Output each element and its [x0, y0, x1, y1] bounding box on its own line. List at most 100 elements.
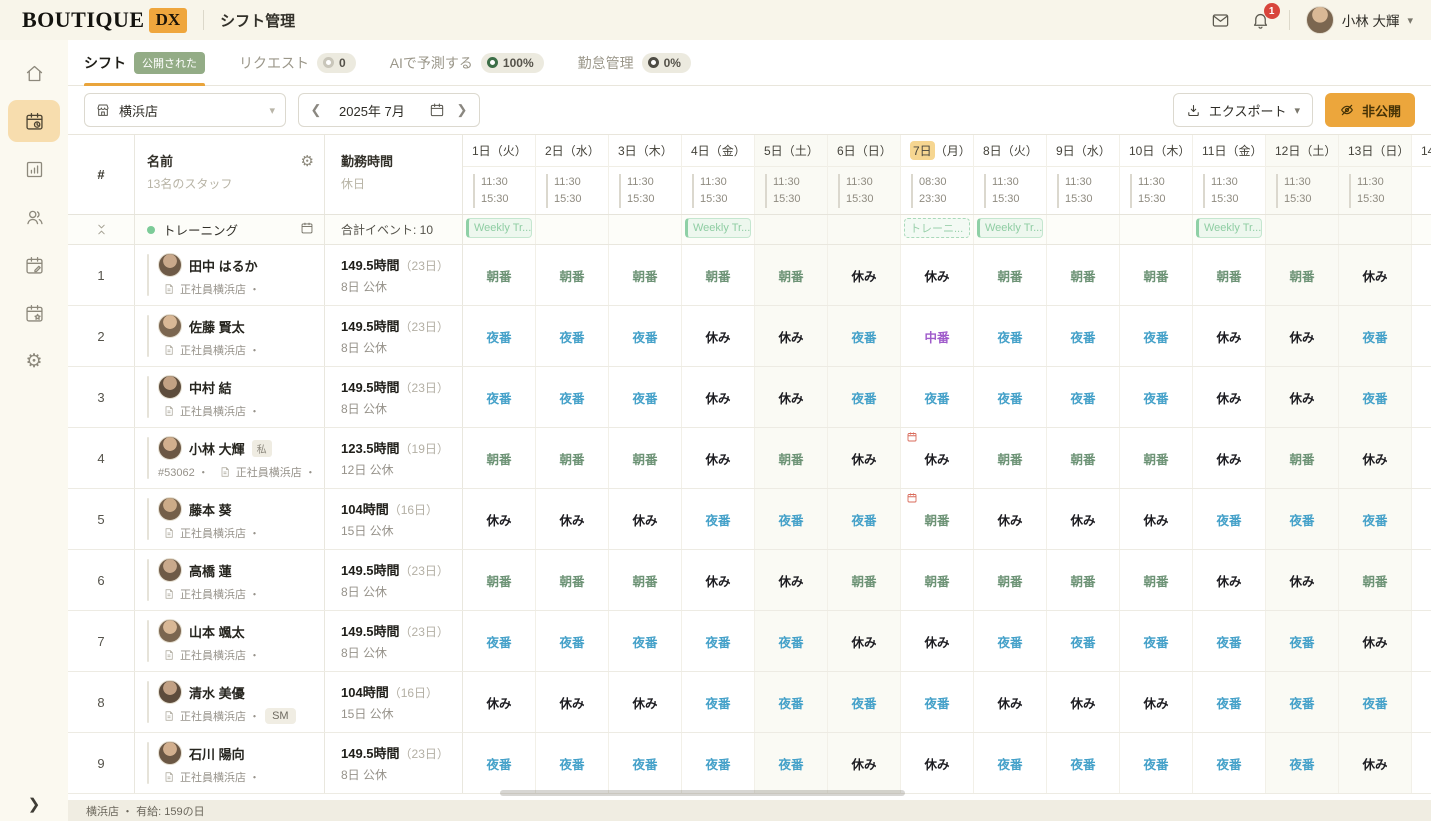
shift-cell[interactable]: 休み [828, 245, 901, 305]
training-event-badge[interactable]: Weekly Tr... [466, 218, 532, 238]
training-day-cell[interactable] [755, 215, 828, 244]
shift-cell[interactable]: 休み [682, 550, 755, 610]
shift-cell[interactable]: 休み [828, 428, 901, 488]
shift-cell[interactable]: 夜番 [1047, 306, 1120, 366]
sidebar-item-settings[interactable]: ⚙ [8, 340, 60, 382]
shift-cell[interactable]: 夜番 [1339, 672, 1412, 732]
shift-cell[interactable]: 休み [536, 489, 609, 549]
shift-cell[interactable]: 夜番 [1266, 733, 1339, 793]
horizontal-scrollbar[interactable] [500, 790, 905, 796]
shift-cell[interactable]: 朝番 [1047, 550, 1120, 610]
day-column-header[interactable]: 5日（土）11:3015:30 [755, 135, 828, 214]
training-day-cell[interactable] [1266, 215, 1339, 244]
day-column-header[interactable]: 11日（金）11:3015:30 [1193, 135, 1266, 214]
employee-name-cell[interactable]: 小林 大輝私#53062 ・正社員横浜店 ・SD [135, 428, 325, 488]
column-settings-button[interactable]: ⚙ [301, 152, 314, 170]
sidebar-expand-button[interactable]: ❯ [0, 795, 68, 813]
training-day-cell[interactable] [536, 215, 609, 244]
training-day-cell[interactable] [1339, 215, 1412, 244]
training-event-badge[interactable]: Weekly Tr... [685, 218, 751, 238]
shift-cell[interactable]: 朝番 [1047, 245, 1120, 305]
employee-name-cell[interactable]: 石川 陽向正社員横浜店 ・ [135, 733, 325, 793]
tab-requests[interactable]: リクエスト0 [239, 40, 356, 85]
shift-cell[interactable]: 夜番 [974, 733, 1047, 793]
training-event-badge[interactable]: トレーニ... [904, 218, 970, 238]
shift-cell[interactable]: 朝番 [901, 550, 974, 610]
shift-cell[interactable]: 休み [828, 611, 901, 671]
shift-cell[interactable]: 夜番 [609, 367, 682, 427]
shift-cell[interactable]: 夜番 [609, 611, 682, 671]
shift-cell[interactable]: 休み [1339, 733, 1412, 793]
shift-cell[interactable]: 休み [1120, 489, 1193, 549]
shift-cell[interactable]: 夜番 [1339, 306, 1412, 366]
shift-cell[interactable]: 休み [463, 672, 536, 732]
training-day-cell[interactable] [609, 215, 682, 244]
shift-cell[interactable]: 休み [1266, 306, 1339, 366]
day-column-header[interactable]: 7日（月）08:3023:30 [901, 135, 974, 214]
shift-cell[interactable]: 休み [1266, 367, 1339, 427]
calendar-icon[interactable] [429, 102, 445, 118]
day-column-header[interactable]: 3日（木）11:3015:30 [609, 135, 682, 214]
shift-cell[interactable]: 朝番 [755, 245, 828, 305]
tab-shifts[interactable]: シフト公開された [84, 40, 205, 85]
shift-cell[interactable]: 休み [974, 672, 1047, 732]
employee-name-cell[interactable]: 田中 はるか正社員横浜店 ・ [135, 245, 325, 305]
shift-cell[interactable]: 夜番 [463, 306, 536, 366]
shift-cell[interactable]: 夜番 [755, 611, 828, 671]
shift-cell[interactable]: 夜番 [1120, 306, 1193, 366]
shift-cell[interactable]: 休み [1047, 489, 1120, 549]
day-column-header[interactable]: 1日（火）11:3015:30 [463, 135, 536, 214]
shift-cell[interactable]: 夜番 [536, 367, 609, 427]
shift-cell[interactable]: 夜番 [682, 611, 755, 671]
shift-cell[interactable]: 休み [1193, 367, 1266, 427]
day-column-header[interactable]: 14 [1412, 135, 1431, 214]
shift-cell[interactable]: 朝番 [1120, 428, 1193, 488]
shift-cell[interactable]: 夜番 [755, 672, 828, 732]
shift-cell[interactable]: 休み [463, 489, 536, 549]
shift-cell[interactable]: 朝番 [609, 550, 682, 610]
shift-cell[interactable]: 夜番 [536, 306, 609, 366]
shift-cell[interactable]: 朝番 [682, 245, 755, 305]
shift-cell[interactable]: 休み [1193, 550, 1266, 610]
shift-cell[interactable]: 朝番 [974, 550, 1047, 610]
shift-cell[interactable]: 朝番 [1120, 550, 1193, 610]
employee-name-cell[interactable]: 佐藤 賢太正社員横浜店 ・ [135, 306, 325, 366]
shift-cell[interactable] [1412, 489, 1431, 549]
shift-cell[interactable]: 休み [901, 245, 974, 305]
training-event-badge[interactable]: Weekly Tr... [977, 218, 1043, 238]
shift-cell[interactable] [1412, 672, 1431, 732]
shift-cell[interactable]: 朝番 [974, 245, 1047, 305]
shift-cell[interactable]: 夜番 [536, 611, 609, 671]
day-column-header[interactable]: 12日（土）11:3015:30 [1266, 135, 1339, 214]
training-day-cell[interactable] [828, 215, 901, 244]
shift-cell[interactable]: 休み [974, 489, 1047, 549]
shift-cell[interactable]: 夜番 [828, 306, 901, 366]
shift-cell[interactable] [1412, 367, 1431, 427]
shift-cell[interactable] [1412, 428, 1431, 488]
shift-cell[interactable] [1412, 611, 1431, 671]
employee-name-cell[interactable]: 清水 美優正社員横浜店 ・SM [135, 672, 325, 732]
training-day-cell[interactable]: Weekly Tr... [974, 215, 1047, 244]
shift-cell[interactable]: 朝番 [463, 550, 536, 610]
shift-cell[interactable]: 中番 [901, 306, 974, 366]
training-day-cell[interactable] [1047, 215, 1120, 244]
shift-cell[interactable]: 休み [755, 306, 828, 366]
shift-cell[interactable]: 休み [682, 367, 755, 427]
shift-cell[interactable]: 休み [901, 611, 974, 671]
tab-attendance[interactable]: 勤怠管理0% [578, 40, 691, 85]
prev-month-button[interactable]: ❮ [299, 94, 333, 126]
training-day-cell[interactable]: Weekly Tr... [1193, 215, 1266, 244]
training-day-cell[interactable]: Weekly Tr... [463, 215, 536, 244]
tab-ai-forecast[interactable]: AIで予測する100% [390, 40, 544, 85]
shift-cell[interactable]: 夜番 [1193, 733, 1266, 793]
training-day-cell[interactable]: トレーニ... [901, 215, 974, 244]
shift-cell[interactable]: 朝番 [536, 245, 609, 305]
shift-cell[interactable]: 夜番 [901, 672, 974, 732]
training-day-cell[interactable]: Weekly Tr... [682, 215, 755, 244]
shift-cell[interactable]: 休み [901, 733, 974, 793]
shift-cell[interactable]: 休み [1266, 550, 1339, 610]
shift-cell[interactable]: 休み [682, 306, 755, 366]
shift-cell[interactable]: 夜番 [1047, 611, 1120, 671]
shift-cell[interactable]: 夜番 [463, 733, 536, 793]
shift-cell[interactable]: 夜番 [1047, 367, 1120, 427]
